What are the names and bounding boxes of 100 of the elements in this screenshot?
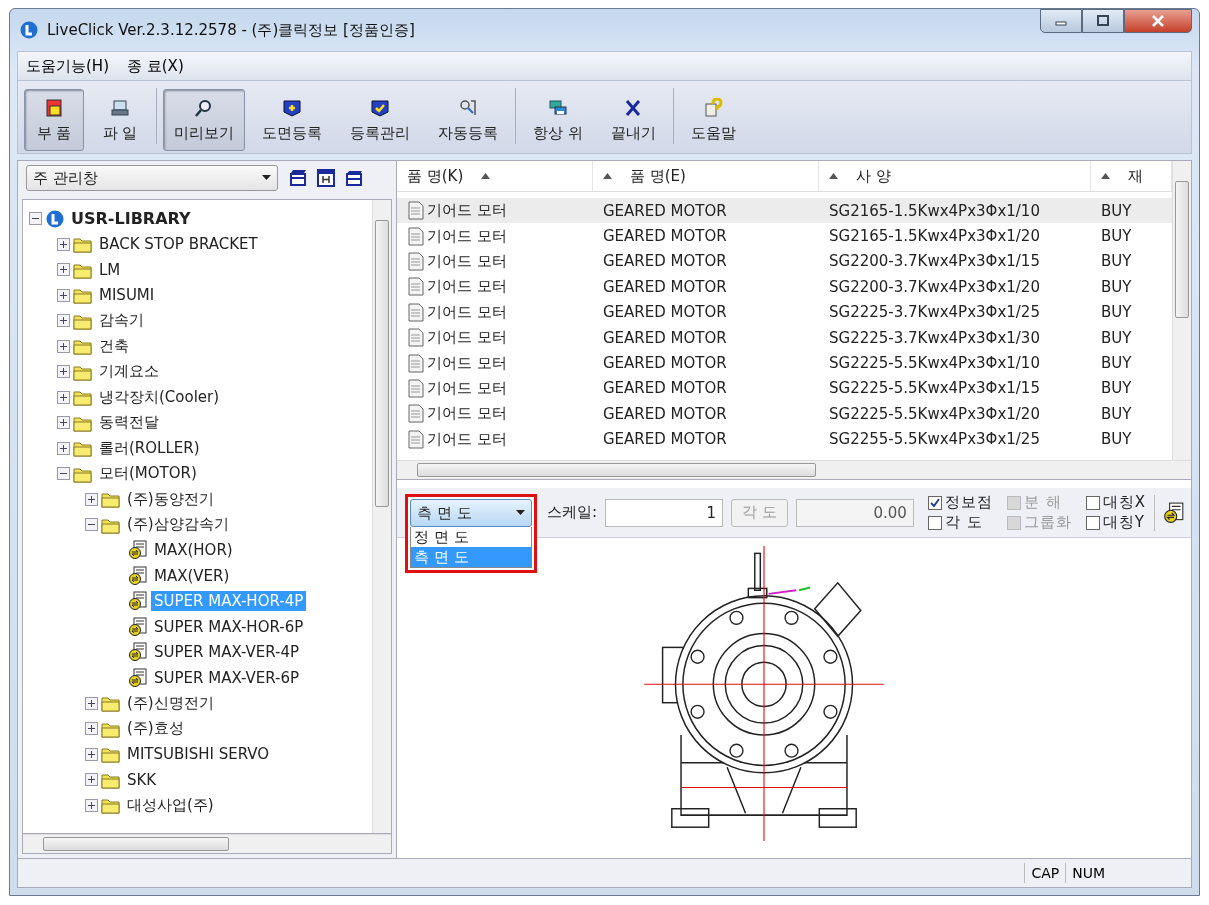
table-row[interactable]: 기어드 모터 GEARED MOTOR SG2200-3.7Kwx4Px3Φx1/20 BUY <box>397 274 1172 300</box>
tree-item[interactable]: (주)신명전기 <box>124 692 217 714</box>
expander-icon[interactable] <box>57 237 70 251</box>
checkbox[interactable] <box>927 515 942 530</box>
tree-item[interactable]: 동력전달 <box>96 412 162 434</box>
tree-item[interactable]: SKK <box>124 769 160 790</box>
expander-icon[interactable] <box>57 314 70 328</box>
tree-item[interactable]: 모터(MOTOR) <box>96 463 200 485</box>
tree-item[interactable]: MITSUBISHI SERVO <box>124 744 273 765</box>
table-cell: GEARED MOTOR <box>603 227 727 246</box>
tree-item[interactable]: USR-LIBRARY <box>68 208 194 230</box>
toolbar-button[interactable]: 등록관리 <box>339 89 421 151</box>
tree-item[interactable]: LM <box>96 259 124 280</box>
shield-check-icon <box>370 97 390 118</box>
expander-icon[interactable] <box>57 467 70 481</box>
view-dropdown[interactable]: 측 면 도 <box>410 499 532 527</box>
dropdown-option[interactable]: 정 면 도 <box>411 527 531 547</box>
view-select[interactable]: 주 관리창 <box>26 165 278 191</box>
expander-icon[interactable] <box>85 696 98 710</box>
checkbox[interactable] <box>1085 515 1100 530</box>
table-cell: SG2255-5.5Kwx4Px3Φx1/25 <box>829 430 1040 449</box>
minimize-button[interactable] <box>1040 9 1082 33</box>
tree-item[interactable]: SUPER MAX-VER-4P <box>151 642 303 663</box>
vertical-scrollbar[interactable] <box>372 200 391 833</box>
expander-icon[interactable] <box>57 365 70 379</box>
expander-icon[interactable] <box>85 518 98 532</box>
tree-item[interactable]: SUPER MAX-HOR-6P <box>151 616 307 637</box>
toolbar-button[interactable]: 미리보기 <box>163 89 245 151</box>
expander-icon[interactable] <box>85 492 98 506</box>
column-header[interactable]: 품 명(K) <box>397 161 593 191</box>
expander-icon[interactable] <box>85 773 98 787</box>
tree-item[interactable]: SUPER MAX-VER-6P <box>151 667 303 688</box>
table-row[interactable]: 기어드 모터 GEARED MOTOR SG2225-3.7Kwx4Px3Φx1/30 BUY <box>397 324 1172 351</box>
table-row[interactable]: 기어드 모터 GEARED MOTOR SG2255-5.5Kwx4Px3Φx1/25 BUY <box>397 426 1172 452</box>
toolbar-button[interactable]: 도면등록 <box>251 89 333 151</box>
expander-icon[interactable] <box>29 212 42 226</box>
horizontal-scrollbar[interactable] <box>23 834 391 853</box>
checkbox[interactable] <box>927 495 942 510</box>
sort-arrow-icon <box>603 173 612 179</box>
toolbar-button[interactable]: 부 품 <box>24 89 84 151</box>
tree-item[interactable]: 롤러(ROLLER) <box>96 437 203 459</box>
checkbox-label: 그룹화 <box>1023 513 1072 532</box>
vertical-scrollbar[interactable] <box>1172 161 1191 460</box>
table-row[interactable]: 기어드 모터 GEARED MOTOR SG2225-5.5Kwx4Px3Φx1/15 BUY <box>397 375 1172 402</box>
table-cell: 기어드 모터 <box>427 429 507 449</box>
tree-item[interactable]: 기계요소 <box>96 361 162 383</box>
h-box-icon[interactable] <box>316 168 336 188</box>
table-row[interactable]: 기어드 모터 GEARED MOTOR SG2225-5.5Kwx4Px3Φx1/20 BUY <box>397 401 1172 427</box>
table-row[interactable]: 기어드 모터 GEARED MOTOR SG2165-1.5Kwx4Px3Φx1/10 BUY <box>397 198 1172 224</box>
toolbar-button[interactable]: 도움말 <box>679 89 747 151</box>
checkbox[interactable] <box>1085 495 1100 510</box>
document-icon <box>407 277 425 297</box>
tree-item[interactable]: MISUMI <box>96 285 158 306</box>
close-button[interactable] <box>1124 9 1192 33</box>
toolbar-button[interactable]: 끝내기 <box>599 89 667 151</box>
expander-icon[interactable] <box>85 798 98 812</box>
part-file-icon[interactable] <box>1163 501 1186 524</box>
menu-item[interactable]: 종 료(X) <box>127 56 184 76</box>
table-row[interactable]: 기어드 모터 GEARED MOTOR SG2225-3.7Kwx4Px3Φx1/25 BUY <box>397 299 1172 325</box>
horizontal-scrollbar[interactable] <box>397 460 1191 479</box>
help-icon <box>703 97 724 118</box>
table-cell: BUY <box>1101 277 1132 296</box>
expander-icon[interactable] <box>57 263 70 277</box>
document-icon <box>407 302 425 322</box>
column-header[interactable]: 품 명(E) <box>593 161 819 191</box>
tree-item[interactable]: 대성사업(주) <box>124 794 217 816</box>
scale-field[interactable]: 1 <box>605 498 724 527</box>
toolbar-button[interactable]: 항상 위 <box>522 89 594 151</box>
tree-item[interactable]: MAX(VER) <box>151 565 233 586</box>
tree-item[interactable]: BACK STOP BRACKET <box>96 234 261 255</box>
magnifier-icon <box>194 97 214 118</box>
tree-item[interactable]: (주)삼양감속기 <box>124 514 232 536</box>
expander-icon[interactable] <box>57 390 70 404</box>
folder-icon <box>101 490 121 509</box>
expander-icon[interactable] <box>57 339 70 353</box>
table-cell: SG2165-1.5Kwx4Px3Φx1/10 <box>829 201 1040 220</box>
tree-item[interactable]: MAX(HOR) <box>151 540 236 561</box>
tree-item[interactable]: 냉각장치(Cooler) <box>96 386 223 408</box>
maximize-button[interactable] <box>1082 9 1124 33</box>
table-cell: BUY <box>1101 328 1132 347</box>
menu-item[interactable]: 도움기능(H) <box>26 56 109 76</box>
part-file-icon <box>128 565 148 586</box>
table-row[interactable]: 기어드 모터 GEARED MOTOR SG2200-3.7Kwx4Px3Φx1/15 BUY <box>397 248 1172 275</box>
table-row[interactable]: 기어드 모터 GEARED MOTOR SG2165-1.5Kwx4Px3Φx1/20 BUY <box>397 223 1172 249</box>
expander-icon[interactable] <box>57 416 70 430</box>
table-cell: 기어드 모터 <box>427 302 507 322</box>
expander-icon[interactable] <box>85 722 98 736</box>
document-icon <box>407 226 425 246</box>
tree-item[interactable]: 감속기 <box>96 310 147 332</box>
expander-icon[interactable] <box>85 747 98 761</box>
toolbar-button[interactable]: 파 일 <box>90 89 150 151</box>
toolbar-button[interactable]: 자동등록 <box>427 89 509 151</box>
tree-item[interactable]: (주)동양전기 <box>124 488 217 510</box>
column-header[interactable]: 사 양 <box>819 161 1091 191</box>
table-row[interactable]: 기어드 모터 GEARED MOTOR SG2225-5.5Kwx4Px3Φx1/10 BUY <box>397 350 1172 376</box>
expander-icon[interactable] <box>57 441 70 455</box>
tree-item[interactable]: (주)효성 <box>124 718 187 740</box>
expander-icon[interactable] <box>57 288 70 302</box>
table-cell: 기어드 모터 <box>427 251 507 271</box>
tree-item[interactable]: 건축 <box>96 335 132 357</box>
